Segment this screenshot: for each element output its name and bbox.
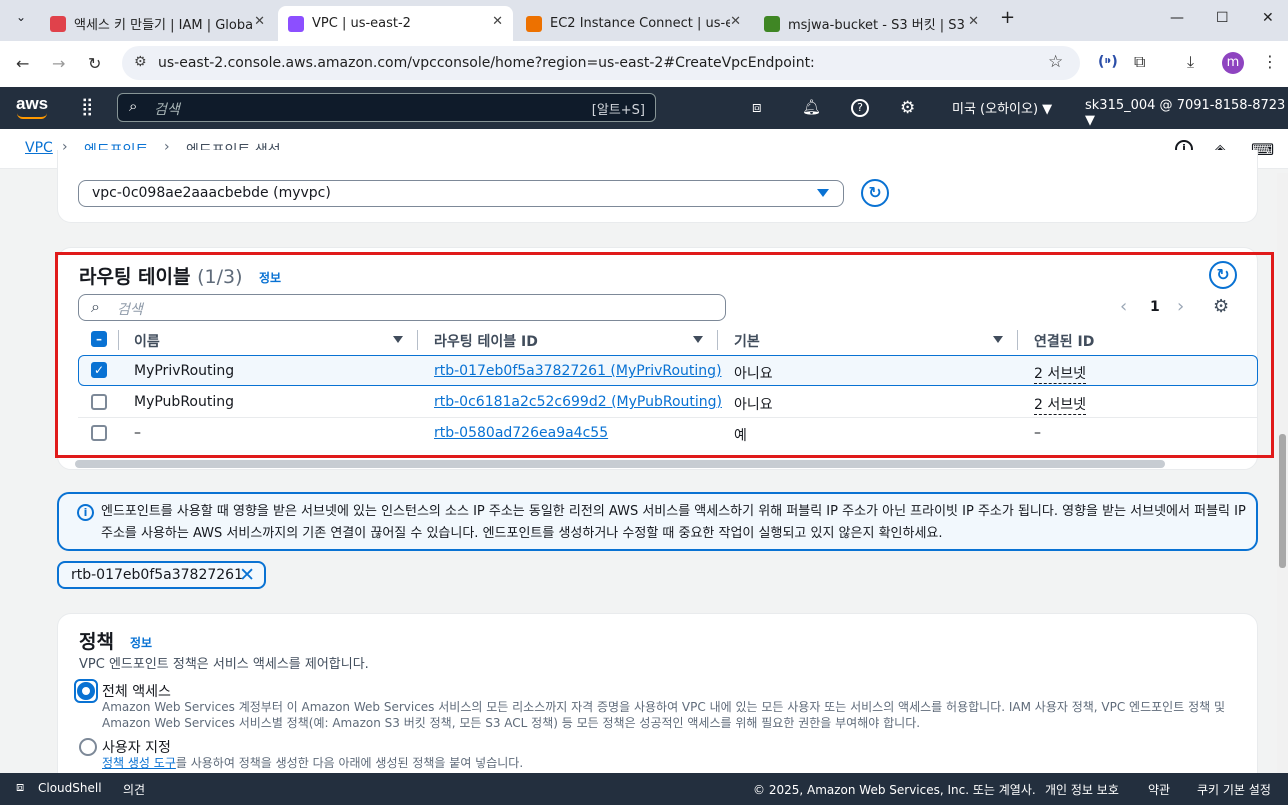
aws-search-input[interactable]: ⌕ 검색 [알트+S] bbox=[117, 93, 656, 122]
site-info-icon[interactable]: ⚙ bbox=[134, 54, 147, 70]
browser-tab-s3[interactable]: msjwa-bucket - S3 버킷 | S3 | us ✕ bbox=[754, 6, 989, 41]
info-circle-icon: i bbox=[77, 504, 94, 521]
custom-policy-radio[interactable] bbox=[79, 738, 97, 756]
extensions-puzzle-icon[interactable]: ⧉ bbox=[1134, 52, 1145, 72]
account-menu[interactable]: sk315_004 @ 7091-8158-8723 ▼ bbox=[1085, 98, 1288, 128]
reload-icon[interactable]: ↻ bbox=[88, 54, 101, 73]
close-window-icon[interactable]: ✕ bbox=[1262, 10, 1274, 26]
close-tab-icon[interactable]: ✕ bbox=[254, 14, 265, 29]
highlight-annotation-box bbox=[55, 252, 1274, 458]
services-grid-icon[interactable]: ⣿ bbox=[81, 97, 93, 117]
policy-title: 정책 bbox=[79, 631, 114, 653]
full-access-description: Amazon Web Services 계정부터 이 Amazon Web Se… bbox=[102, 700, 1226, 730]
full-access-label[interactable]: 전체 액세스 bbox=[102, 681, 171, 701]
iam-favicon-icon bbox=[50, 15, 66, 32]
settings-gear-icon[interactable]: ⚙ bbox=[900, 98, 915, 118]
custom-policy-description: 정책 생성 도구를 사용하여 정책을 생성한 다음 아래에 생성된 정책을 붙여… bbox=[102, 756, 524, 770]
bookmark-star-icon[interactable]: ☆ bbox=[1048, 52, 1063, 72]
caret-down-icon bbox=[817, 189, 829, 197]
extension-icon[interactable]: (⁍) bbox=[1098, 54, 1118, 70]
remove-token-close-icon[interactable]: ✕ bbox=[239, 564, 255, 586]
browser-menu-icon[interactable]: ⋮ bbox=[1262, 52, 1278, 71]
back-arrow-icon[interactable]: ← bbox=[16, 54, 29, 73]
policy-info-link[interactable]: 정보 bbox=[130, 634, 152, 651]
region-selector[interactable]: 미국 (오하이오) ▼ bbox=[952, 98, 1052, 117]
maximize-icon[interactable]: ☐ bbox=[1216, 10, 1229, 26]
url-text[interactable]: us-east-2.console.aws.amazon.com/vpccons… bbox=[158, 55, 815, 71]
aws-logo[interactable]: aws bbox=[16, 94, 48, 119]
table-horizontal-scrollbar[interactable] bbox=[75, 460, 1165, 468]
browser-tab-ec2[interactable]: EC2 Instance Connect | us-east ✕ bbox=[516, 6, 751, 41]
browser-tab-vpc[interactable]: VPC | us-east-2 ✕ bbox=[278, 6, 513, 41]
copyright-text: © 2025, Amazon Web Services, Inc. 또는 계열사… bbox=[753, 783, 1036, 797]
page-scrollbar-thumb[interactable] bbox=[1279, 434, 1286, 568]
new-tab-plus-icon[interactable]: + bbox=[1000, 7, 1015, 28]
breadcrumb-vpc[interactable]: VPC bbox=[25, 140, 53, 156]
privacy-link[interactable]: 개인 정보 보호 bbox=[1045, 781, 1119, 798]
cloudshell-link[interactable]: CloudShell bbox=[38, 781, 102, 795]
full-access-radio[interactable] bbox=[77, 682, 95, 700]
forward-arrow-icon[interactable]: → bbox=[52, 54, 65, 73]
selected-route-table-token: rtb-017eb0f5a37827261 ✕ bbox=[57, 561, 266, 589]
close-tab-icon[interactable]: ✕ bbox=[730, 14, 741, 29]
refresh-vpc-button[interactable]: ↻ bbox=[861, 179, 889, 207]
info-alert: i 엔드포인트를 사용할 때 영향을 받은 서브넷에 있는 인스턴스의 소스 I… bbox=[57, 492, 1258, 551]
close-tab-icon[interactable]: ✕ bbox=[968, 14, 979, 29]
tab-list-chevron-icon[interactable]: ⌄ bbox=[10, 10, 32, 30]
profile-avatar[interactable]: m bbox=[1222, 52, 1244, 74]
s3-favicon-icon bbox=[764, 15, 780, 32]
cloudshell-icon[interactable]: ⧈ bbox=[752, 98, 762, 116]
search-icon: ⌕ bbox=[129, 97, 138, 115]
browser-tab-iam[interactable]: 액세스 키 만들기 | IAM | Global ✕ bbox=[40, 6, 275, 41]
policy-description: VPC 엔드포인트 정책은 서비스 액세스를 제어합니다. bbox=[79, 657, 369, 672]
cloudshell-footer-icon[interactable]: ⧈ bbox=[16, 780, 24, 795]
minimize-icon[interactable]: — bbox=[1170, 10, 1184, 26]
policy-generator-link[interactable]: 정책 생성 도구 bbox=[102, 756, 176, 770]
custom-policy-label[interactable]: 사용자 지정 bbox=[102, 737, 171, 757]
feedback-link[interactable]: 의견 bbox=[123, 781, 145, 798]
close-tab-icon[interactable]: ✕ bbox=[492, 14, 503, 29]
download-icon[interactable]: ⤓ bbox=[1187, 52, 1194, 72]
vpc-favicon-icon bbox=[288, 15, 304, 32]
ec2-favicon-icon bbox=[526, 15, 542, 32]
console-footer: ⧈ CloudShell 의견 © 2025, Amazon Web Servi… bbox=[0, 773, 1288, 805]
notifications-bell-icon[interactable]: 🔔︎ bbox=[802, 98, 821, 116]
cookie-preferences-link[interactable]: 쿠키 기본 설정 bbox=[1197, 781, 1271, 798]
terms-link[interactable]: 약관 bbox=[1148, 781, 1170, 798]
help-icon[interactable]: ? bbox=[851, 99, 869, 117]
vpc-select[interactable]: vpc-0c098ae2aaacbebde (myvpc) bbox=[78, 180, 844, 207]
